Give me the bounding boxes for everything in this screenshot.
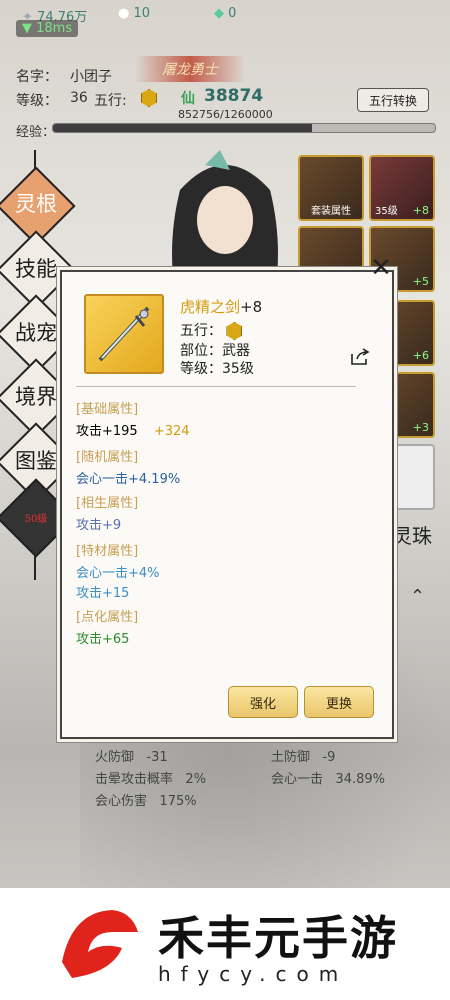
equip-slot-suit[interactable]: 套装属性 xyxy=(298,155,364,221)
ping-indicator: ▼ 18ms xyxy=(16,20,79,37)
equip-slot-3-plus: +5 xyxy=(412,275,429,288)
wuxing-convert-button[interactable]: 五行转换 xyxy=(357,88,429,112)
player-level: 36 xyxy=(70,90,88,106)
pearl-icon: ● xyxy=(118,6,130,21)
stat-earth-def: 土防御 -9 xyxy=(271,750,336,765)
stat-stun-rate: 击晕攻击概率 2% xyxy=(95,772,207,787)
jade-icon: ◆ xyxy=(214,6,224,21)
pearl-resource: ● 10 xyxy=(118,6,151,21)
item-wuxing: 五行： xyxy=(180,320,243,340)
sword-icon xyxy=(98,306,150,362)
watermark-text: 禾丰元手游 xyxy=(158,911,398,965)
level-label: 等级： xyxy=(16,93,58,109)
equip-slot-weapon[interactable]: 35级 +8 xyxy=(369,155,435,221)
stat-crit: 会心一击 34.89% xyxy=(271,772,385,787)
item-detail-popup: 虎精之剑+8 五行： 部位：武器 等级：35级 [基础属性] 攻击+195 +3… xyxy=(60,270,394,739)
name-label: 名字： xyxy=(16,69,58,85)
stat-crit-damage: 会心伤害 175% xyxy=(95,794,197,809)
sidebar-item-skills-label: 技能 xyxy=(15,257,57,281)
exp-bar xyxy=(52,123,436,133)
item-name: 虎精之剑+8 xyxy=(180,298,263,316)
watermark-logo xyxy=(62,910,138,978)
jade-resource: ◆ 0 xyxy=(214,6,237,21)
watermark-domain: hfycy.com xyxy=(158,962,349,986)
replace-button[interactable]: 更换 xyxy=(304,686,374,718)
base-attack-row: 攻击+195 +324 xyxy=(76,424,190,439)
section-base-header: [基础属性] xyxy=(76,402,139,417)
xian-glyph: 仙 xyxy=(181,91,195,107)
material-crit-row: 会心一击+4% xyxy=(76,566,160,581)
section-random-header: [随机属性] xyxy=(76,450,139,465)
xiangsheng-attack-row: 攻击+9 xyxy=(76,518,122,533)
section-xiangsheng-header: [相生属性] xyxy=(76,496,139,511)
title-badge: 屠龙勇士 xyxy=(135,56,245,82)
item-icon-frame xyxy=(84,294,164,374)
exp-bar-fill xyxy=(53,124,312,132)
wuxing-label: 五行: xyxy=(94,93,127,109)
divider xyxy=(76,386,356,387)
section-dianhua-header: [点化属性] xyxy=(76,610,139,625)
equip-slot-suit-label: 套装属性 xyxy=(311,206,351,217)
random-crit-row: 会心一击+4.19% xyxy=(76,472,181,487)
sidebar-item-pets-label: 战宠 xyxy=(15,321,57,345)
exp-label: 经验： xyxy=(16,125,56,140)
equip-slot-5-plus: +3 xyxy=(412,421,429,434)
item-level: 等级：35级 xyxy=(180,361,254,377)
material-attack-row: 攻击+15 xyxy=(76,586,130,601)
close-icon[interactable]: ✕ xyxy=(367,254,395,282)
sidebar-item-linggen-label: 灵根 xyxy=(15,192,57,216)
section-material-header: [特材属性] xyxy=(76,544,139,559)
equip-slot-weapon-plus: +8 xyxy=(412,204,429,217)
level-lock-badge: 50级 xyxy=(24,514,48,525)
sidebar-item-codex-label: 图鉴 xyxy=(15,449,57,473)
strengthen-button[interactable]: 强化 xyxy=(228,686,298,718)
dianhua-attack-row: 攻击+65 xyxy=(76,632,130,647)
share-icon[interactable] xyxy=(350,348,370,366)
stat-fire-def: 火防御 -31 xyxy=(95,750,168,765)
lingzhu-button[interactable]: 灵珠 xyxy=(392,520,432,549)
metal-element-icon xyxy=(226,322,243,340)
exp-text: 852756/1260000 xyxy=(178,108,273,121)
combat-power: 38874 xyxy=(204,86,264,106)
equip-slot-4-plus: +6 xyxy=(412,349,429,362)
item-slot: 部位：武器 xyxy=(180,343,250,359)
wifi-icon: ▼ xyxy=(22,21,32,36)
collapse-icon[interactable]: ⌃ xyxy=(410,586,425,607)
sidebar-item-realm-label: 境界 xyxy=(15,385,57,409)
player-name: 小团子 xyxy=(70,69,112,85)
resource-bar: ✦ 74.76万 ● 10 ◆ 0 ▼ 18ms xyxy=(0,0,450,40)
